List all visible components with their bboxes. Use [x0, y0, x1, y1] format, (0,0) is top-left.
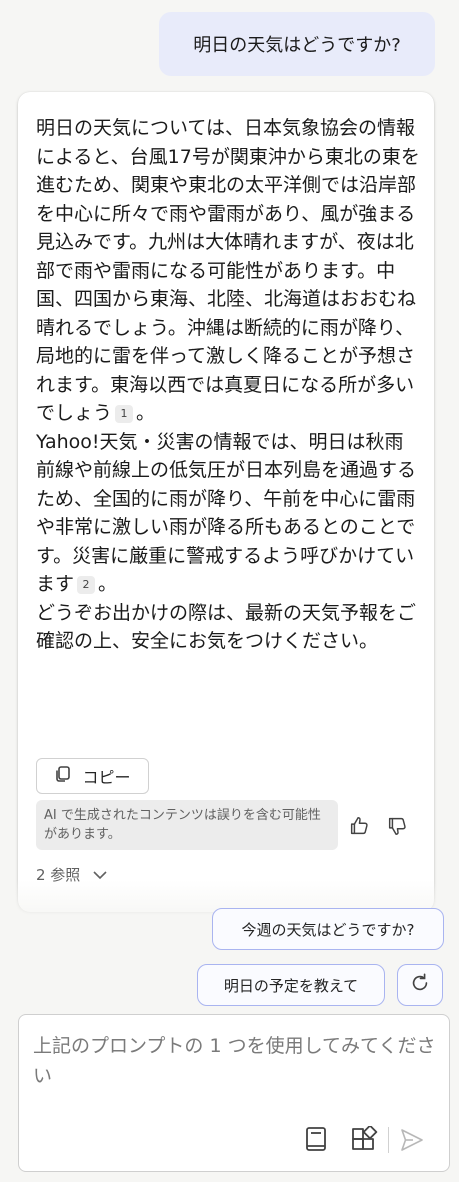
- prompt-input[interactable]: [33, 1031, 437, 1101]
- suggestion-chip-2[interactable]: 明日の予定を教えて: [197, 964, 385, 1006]
- apps-icon[interactable]: [349, 1125, 379, 1155]
- answer-paragraph-3: どうぞお出かけの際は、最新の天気予報をご確認の上、安全にお気をつけください。: [36, 601, 417, 653]
- refresh-icon: [409, 972, 431, 998]
- toolbar-divider: [388, 1127, 389, 1153]
- refresh-suggestions-button[interactable]: [397, 964, 443, 1006]
- send-icon[interactable]: [397, 1125, 427, 1155]
- copy-button[interactable]: コピー: [36, 758, 149, 794]
- ai-disclaimer: AI で生成されたコンテンツは誤りを含む可能性があります。: [36, 800, 338, 850]
- user-message-bubble: 明日の天気はどうですか?: [159, 12, 435, 76]
- copy-label: コピー: [82, 768, 131, 787]
- citation-badge-2[interactable]: 2: [77, 575, 96, 594]
- suggestion-chip-1[interactable]: 今週の天気はどうですか?: [212, 908, 444, 950]
- answer-card: 明日の天気については、日本気象協会の情報によると、台風17号が関東沖から東北の東…: [18, 92, 434, 912]
- answer-paragraph-2: Yahoo!天気・災害の情報では、明日は秋雨前線や前線上の低気圧が日本列島を通過…: [36, 430, 417, 596]
- composer: [18, 1014, 450, 1172]
- user-message-text: 明日の天気はどうですか?: [193, 35, 401, 56]
- thumbs-down-icon[interactable]: [385, 814, 409, 838]
- copy-icon: [54, 765, 72, 787]
- answer-text: 明日の天気については、日本気象協会の情報によると、台風17号が関東沖から東北の東…: [36, 114, 422, 656]
- notebook-icon[interactable]: [301, 1125, 331, 1155]
- citation-badge-1[interactable]: 1: [115, 404, 134, 423]
- thumbs-up-icon[interactable]: [347, 814, 371, 838]
- answer-paragraph-1: 明日の天気については、日本気象協会の情報によると、台風17号が関東沖から東北の東…: [36, 117, 420, 424]
